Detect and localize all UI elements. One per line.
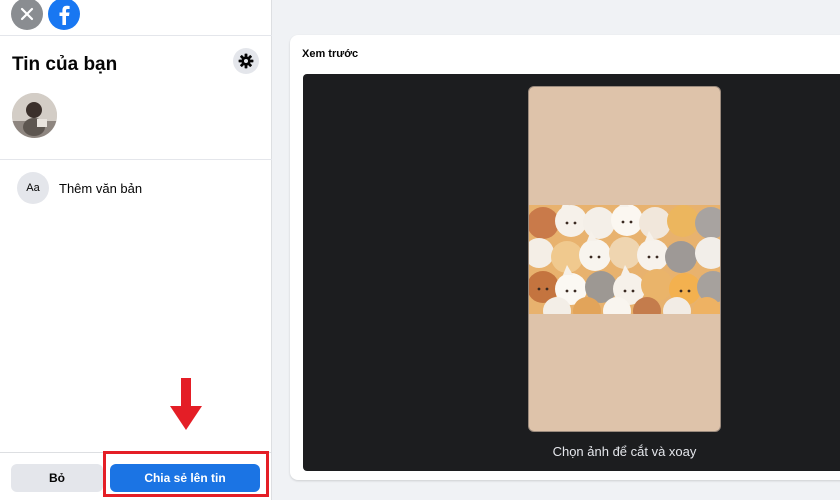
avatar[interactable]	[12, 93, 57, 138]
close-icon	[20, 7, 34, 21]
story-preview[interactable]	[528, 86, 721, 432]
crop-hint-text: Chọn ảnh để cắt và xoay	[552, 444, 697, 459]
settings-button[interactable]	[233, 48, 259, 74]
text-aa-icon: Aa	[17, 172, 49, 204]
divider	[0, 159, 272, 160]
facebook-logo[interactable]	[48, 0, 80, 30]
add-text-option[interactable]: Aa Thêm văn bản	[12, 168, 260, 208]
avatar-image	[12, 93, 57, 138]
add-text-label: Thêm văn bản	[59, 180, 143, 196]
preview-label: Xem trước	[302, 48, 359, 60]
gear-icon	[238, 53, 254, 69]
story-image[interactable]	[529, 205, 721, 314]
discard-button[interactable]: Bỏ	[11, 464, 103, 492]
arrow-down-icon	[170, 378, 202, 430]
page-title: Tin của bạn	[12, 54, 118, 75]
highlight-box	[103, 451, 269, 497]
